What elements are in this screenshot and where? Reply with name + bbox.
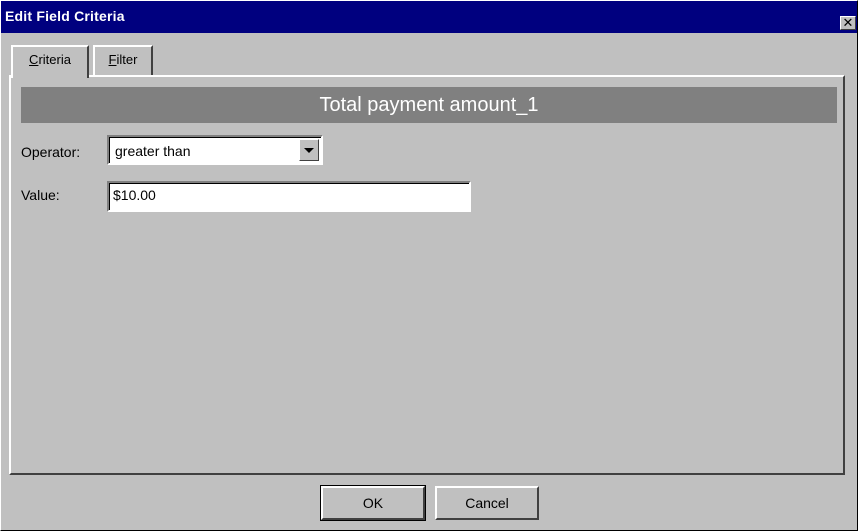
close-icon[interactable]: ✕ <box>840 16 856 30</box>
edit-field-criteria-dialog: Edit Field Criteria ✕ Criteria Filter To… <box>0 0 858 531</box>
value-input[interactable]: $10.00 <box>107 181 471 212</box>
tab-filter-mnemonic: F <box>108 52 117 67</box>
value-label: Value: <box>21 187 60 203</box>
field-header: Total payment amount_1 <box>21 87 837 123</box>
title-bar: Edit Field Criteria ✕ <box>1 1 857 33</box>
operator-dropdown-button[interactable] <box>299 139 319 161</box>
operator-select[interactable]: greater than <box>107 135 323 165</box>
tab-filter[interactable]: Filter <box>93 45 153 75</box>
operator-selected-value: greater than <box>115 143 191 159</box>
value-input-text: $10.00 <box>113 187 156 203</box>
ok-button[interactable]: OK <box>320 485 426 521</box>
chevron-down-icon <box>304 148 314 153</box>
tab-criteria-label: riteria <box>38 52 71 67</box>
tab-filter-label: ilter <box>116 52 138 67</box>
window-title: Edit Field Criteria <box>5 8 125 24</box>
cancel-button[interactable]: Cancel <box>435 486 539 520</box>
tab-criteria[interactable]: Criteria <box>11 45 89 78</box>
operator-label: Operator: <box>21 144 81 160</box>
